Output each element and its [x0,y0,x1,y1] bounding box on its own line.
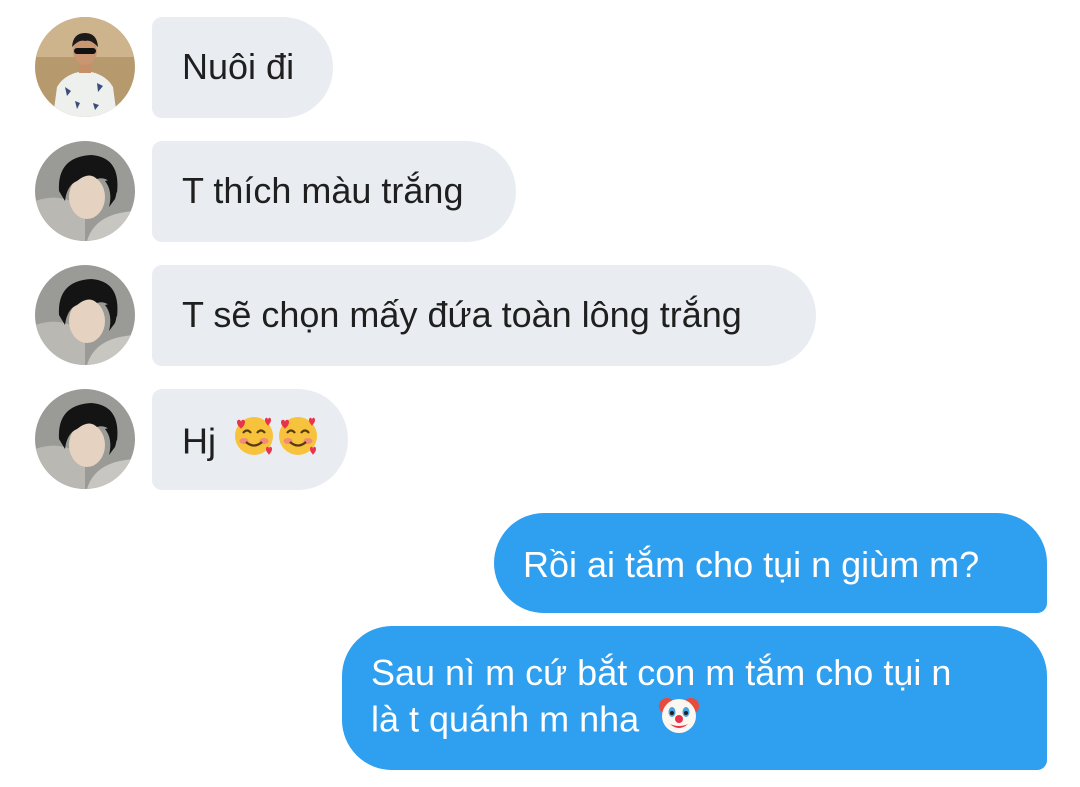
outgoing-message-bubble[interactable]: Sau nì m cứ bắt con m tắm cho tụi n là t… [342,626,1047,770]
smiling-face-with-hearts-emoji [276,414,320,468]
avatar-friend-b[interactable] [35,141,135,241]
incoming-message-bubble[interactable]: T sẽ chọn mấy đứa toàn lông trắng [152,265,816,366]
clown-face-emoji [657,692,701,746]
incoming-message-bubble[interactable]: T thích màu trắng [152,141,516,242]
avatar-friend-a[interactable] [35,17,135,117]
message-text: T sẽ chọn mấy đứa toàn lông trắng [182,294,742,335]
smiling-face-with-hearts-emoji [232,414,276,468]
incoming-message-bubble[interactable]: Nuôi đi [152,17,333,118]
message-text-line: Sau nì m cứ bắt con m tắm cho tụi n [371,652,952,693]
incoming-message-bubble[interactable]: Hj [152,389,348,490]
message-text-line: là t quánh m nha [371,698,640,740]
message-text: Rồi ai tắm cho tụi n giùm m? [523,544,980,585]
message-text: T thích màu trắng [182,170,464,211]
message-text: Nuôi đi [182,46,295,87]
avatar-friend-b[interactable] [35,389,135,489]
chat-thread: Nuôi đi T thích màu trắng T sẽ chọn mấy … [0,0,1080,787]
outgoing-message-bubble[interactable]: Rồi ai tắm cho tụi n giùm m? [494,513,1047,613]
message-text: Hj [182,420,216,462]
avatar-friend-b[interactable] [35,265,135,365]
